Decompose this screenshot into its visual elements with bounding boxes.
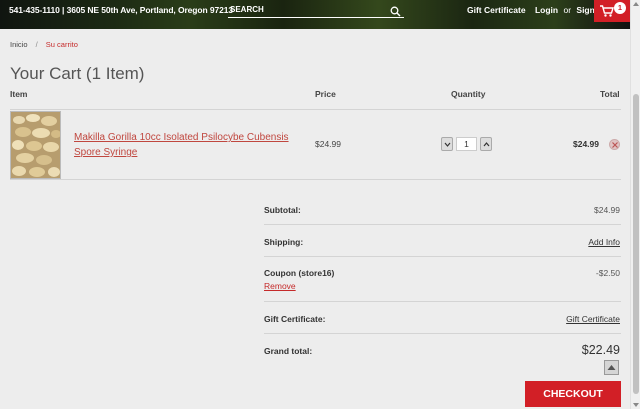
column-header-total: Total [600, 89, 620, 99]
login-link[interactable]: Login [535, 5, 558, 15]
coupon-value: -$2.50 [595, 268, 620, 278]
scroll-down-arrow[interactable] [633, 403, 639, 407]
chevron-up-icon [607, 365, 616, 370]
close-icon [612, 142, 618, 148]
grand-total-label: Grand total: [264, 346, 313, 356]
coupon-label: Coupon (store16) [264, 268, 335, 278]
totals-divider [264, 256, 621, 257]
quantity-decrease-button[interactable] [441, 137, 453, 151]
subtotal-value: $24.99 [594, 205, 620, 215]
breadcrumb-home[interactable]: Inicio [10, 40, 28, 49]
search-icon[interactable] [390, 4, 401, 17]
product-thumbnail[interactable] [10, 111, 61, 179]
remove-item-button[interactable] [609, 139, 620, 150]
gift-certificate-link[interactable]: Gift Certificate [566, 314, 620, 324]
page-title: Your Cart (1 Item) [10, 64, 145, 83]
shipping-add-info-link[interactable]: Add Info [588, 237, 620, 247]
shipping-label: Shipping: [264, 237, 304, 247]
totals-divider [264, 333, 621, 334]
totals-divider [264, 224, 621, 225]
subtotal-label: Subtotal: [264, 205, 301, 215]
quantity-increase-button[interactable] [480, 137, 492, 151]
or-text: or [563, 5, 572, 15]
column-header-quantity: Quantity [451, 89, 486, 99]
item-row-divider [10, 179, 621, 180]
totals-divider [264, 301, 621, 302]
column-header-price: Price [315, 89, 336, 99]
cart-count-badge: 1 [614, 2, 626, 14]
gift-certificate-link[interactable]: Gift Certificate [467, 5, 526, 15]
column-header-item: Item [10, 89, 28, 99]
breadcrumb-separator: / [35, 40, 38, 49]
breadcrumb-current[interactable]: Su carrito [46, 40, 78, 49]
item-price: $24.99 [315, 139, 341, 149]
minus-icon [444, 142, 451, 147]
grand-total-value: $22.49 [581, 343, 620, 357]
coupon-remove-link[interactable]: Remove [264, 281, 296, 291]
account-links: Gift Certificate Login or Sign Up [467, 5, 609, 15]
scrollbar-thumb[interactable] [633, 94, 639, 394]
search-input[interactable] [230, 3, 380, 16]
product-name-link[interactable]: Makilla Gorilla 10cc Isolated Psilocybe … [74, 130, 294, 160]
cart-button[interactable]: 1 [594, 0, 630, 22]
page-scrollbar[interactable] [630, 0, 640, 409]
item-line-total: $24.99 [573, 139, 599, 149]
gift-certificate-label: Gift Certificate: [264, 314, 326, 324]
top-header: 541-435-1110 | 3605 NE 50th Ave, Portlan… [0, 0, 630, 29]
checkout-button[interactable]: CHECKOUT [525, 381, 621, 407]
plus-icon [483, 142, 490, 147]
scroll-up-arrow[interactable] [633, 2, 639, 6]
cart-icon [600, 5, 614, 17]
quantity-input[interactable] [456, 137, 477, 151]
store-contact-info: 541-435-1110 | 3605 NE 50th Ave, Portlan… [9, 5, 233, 15]
search-box[interactable] [228, 2, 404, 18]
breadcrumb: Inicio / Su carrito [10, 40, 78, 49]
scroll-to-top-button[interactable] [604, 360, 619, 375]
table-header-divider [10, 109, 621, 110]
